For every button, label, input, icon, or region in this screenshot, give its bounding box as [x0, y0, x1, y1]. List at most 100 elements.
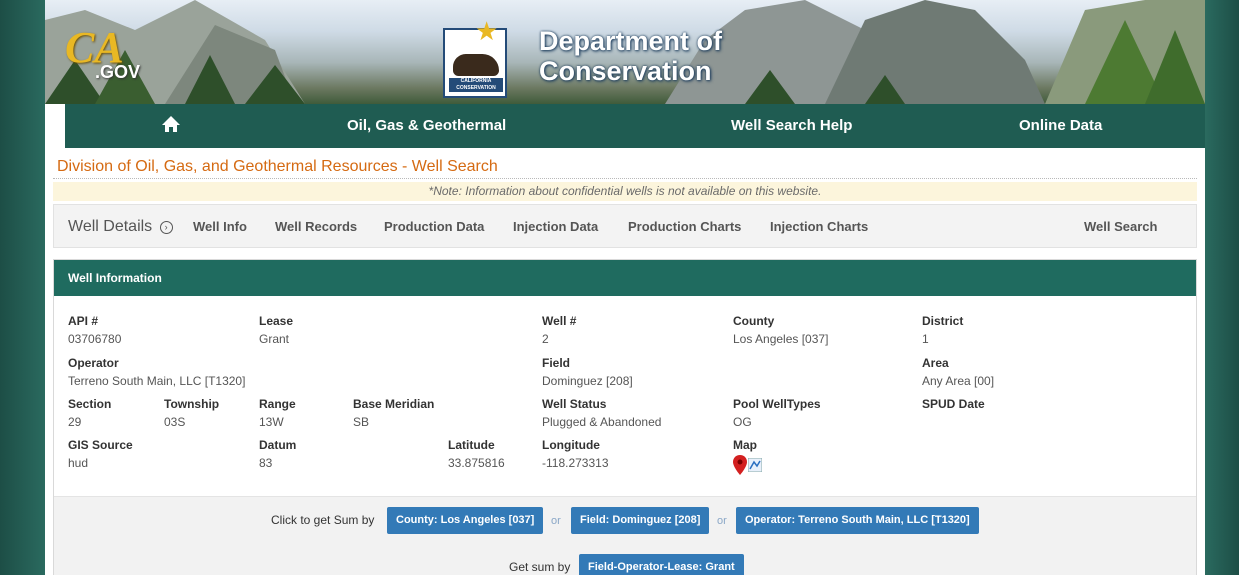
google-earth-icon[interactable] — [748, 458, 762, 472]
gis-source-label: GIS Source — [68, 438, 133, 452]
section-value: 29 — [68, 415, 82, 429]
sum-by-field-button[interactable]: Field: Dominguez [208] — [571, 507, 710, 534]
section-field: Section 29 — [68, 397, 111, 429]
nav-online-data[interactable]: Online Data — [1019, 117, 1102, 134]
operator-field: Operator Terreno South Main, LLC [T1320] — [68, 356, 245, 388]
gis-source-value: hud — [68, 456, 89, 470]
panel-header: Well Information — [54, 260, 1196, 296]
circle-arrow-icon: › — [159, 221, 173, 234]
bear-icon — [453, 54, 499, 76]
left-background — [0, 0, 45, 575]
star-icon: ★ — [475, 16, 499, 46]
well-status-field: Well Status Plugged & Abandoned — [542, 397, 661, 429]
area-label: Area — [922, 356, 949, 370]
or-label-1: or — [551, 515, 561, 527]
longitude-label: Longitude — [542, 438, 600, 452]
page-frame: CA .GOV ★ CALIFORNIA CONSERVATION Depart… — [45, 0, 1205, 575]
lease-field: Lease Grant — [259, 314, 293, 346]
operator-value: Terreno South Main, LLC [T1320] — [68, 374, 246, 388]
seal-ribbon: CALIFORNIA CONSERVATION — [449, 78, 503, 92]
longitude-field: Longitude -118.273313 — [542, 438, 609, 470]
well-details-tabbar: Well Details › Well Info Well Records Pr… — [53, 204, 1197, 248]
lease-label: Lease — [259, 314, 294, 328]
well-status-value: Plugged & Abandoned — [542, 415, 662, 429]
click-sum-label: Click to get Sum by — [271, 513, 375, 527]
wellno-value: 2 — [542, 332, 549, 346]
sum-by-county-button[interactable]: County: Los Angeles [037] — [387, 507, 544, 534]
county-label: County — [733, 314, 775, 328]
tab-well-search[interactable]: Well Search — [1084, 219, 1157, 234]
well-details-label: Well Details — [68, 218, 153, 235]
right-background — [1205, 0, 1239, 575]
field-label: Field — [542, 356, 571, 370]
map-pin-icon[interactable] — [733, 455, 747, 475]
well-details-title[interactable]: Well Details › — [68, 218, 173, 236]
longitude-value: -118.273313 — [542, 456, 609, 470]
wellno-label: Well # — [542, 314, 577, 328]
pool-welltypes-label: Pool WellTypes — [733, 397, 821, 411]
api-field: API # 03706780 — [68, 314, 121, 346]
wellno-field: Well # 2 — [542, 314, 576, 346]
section-label: Section — [68, 397, 112, 411]
district-label: District — [922, 314, 964, 328]
gov-label: .GOV — [95, 62, 141, 82]
spud-date-field: SPUD Date — [922, 397, 985, 411]
range-field: Range 13W — [259, 397, 296, 429]
lease-value: Grant — [259, 332, 290, 346]
nav-oil-gas-geothermal[interactable]: Oil, Gas & Geothermal — [347, 117, 506, 134]
district-value: 1 — [922, 332, 929, 346]
latitude-label: Latitude — [448, 438, 495, 452]
home-icon[interactable] — [161, 114, 181, 134]
gis-source-field: GIS Source hud — [68, 438, 133, 470]
get-sum-label: Get sum by — [509, 560, 571, 574]
tab-production-data[interactable]: Production Data — [384, 219, 484, 234]
api-value: 03706780 — [68, 332, 122, 346]
tab-production-charts[interactable]: Production Charts — [628, 219, 741, 234]
confidential-note: *Note: Information about confidential we… — [53, 182, 1197, 201]
page-title: Division of Oil, Gas, and Geothermal Res… — [57, 158, 498, 175]
county-field: County Los Angeles [037] — [733, 314, 828, 346]
or-label-2: or — [717, 515, 727, 527]
area-field: Area Any Area [00] — [922, 356, 994, 388]
range-value: 13W — [259, 415, 284, 429]
well-status-label: Well Status — [542, 397, 607, 411]
title-line-2: Conservation — [539, 56, 712, 86]
datum-value: 83 — [259, 456, 273, 470]
title-divider — [53, 178, 1197, 179]
township-field: Township 03S — [164, 397, 219, 429]
township-value: 03S — [164, 415, 186, 429]
district-field: District 1 — [922, 314, 963, 346]
well-information-panel: Well Information API # 03706780 Lease Gr… — [53, 259, 1197, 575]
tab-injection-data[interactable]: Injection Data — [513, 219, 598, 234]
tab-well-info[interactable]: Well Info — [193, 219, 247, 234]
sum-by-field-operator-lease-button[interactable]: Field-Operator-Lease: Grant — [579, 554, 744, 575]
base-meridian-field: Base Meridian SB — [353, 397, 434, 429]
spud-date-label: SPUD Date — [922, 397, 985, 411]
latitude-value: 33.875816 — [448, 456, 505, 470]
conservation-seal[interactable]: ★ CALIFORNIA CONSERVATION — [443, 16, 507, 98]
operator-label: Operator — [68, 356, 119, 370]
department-title[interactable]: Department of Conservation — [539, 26, 722, 86]
field-field: Field Dominguez [208] — [542, 356, 633, 388]
range-label: Range — [259, 397, 296, 411]
header-banner: CA .GOV ★ CALIFORNIA CONSERVATION Depart… — [45, 0, 1205, 104]
nav-well-search-help[interactable]: Well Search Help — [731, 117, 852, 134]
tab-well-records[interactable]: Well Records — [275, 219, 357, 234]
pool-welltypes-value: OG — [733, 415, 752, 429]
base-meridian-value: SB — [353, 415, 370, 429]
title-line-1: Department of — [539, 26, 723, 56]
base-meridian-label: Base Meridian — [353, 397, 435, 411]
map-field: Map — [733, 438, 762, 475]
tab-injection-charts[interactable]: Injection Charts — [770, 219, 868, 234]
area-value: Any Area [00] — [922, 374, 995, 388]
sum-by-operator-button[interactable]: Operator: Terreno South Main, LLC [T1320… — [736, 507, 979, 534]
township-label: Township — [164, 397, 220, 411]
datum-field: Datum 83 — [259, 438, 296, 470]
field-value: Dominguez [208] — [542, 374, 633, 388]
datum-label: Datum — [259, 438, 297, 452]
pool-welltypes-field: Pool WellTypes OG — [733, 397, 821, 429]
map-label: Map — [733, 438, 757, 452]
sum-by-area: Click to get Sum by County: Los Angeles … — [54, 496, 1196, 575]
api-label: API # — [68, 314, 99, 328]
county-value: Los Angeles [037] — [733, 332, 829, 346]
